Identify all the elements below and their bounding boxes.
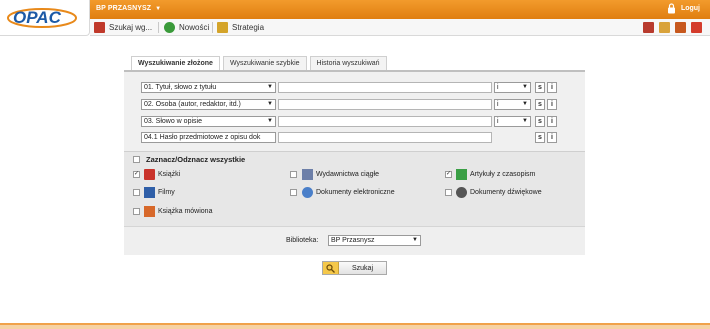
field-select-4[interactable]: 04.1 Hasło przedmiotowe z opisu dok <box>141 132 276 143</box>
toolbar-label: Nowości <box>179 23 210 32</box>
audiobook-checkbox[interactable] <box>133 208 140 215</box>
info-button-1[interactable]: i <box>547 82 557 93</box>
select-value: BP Przasnysz <box>331 237 375 244</box>
field-select-3[interactable]: 03. Słowo w opisie ▼ <box>141 116 276 127</box>
chevron-down-icon: ▼ <box>267 84 273 90</box>
electronic-docs-checkbox[interactable] <box>290 189 297 196</box>
opac-logo[interactable]: OPAC <box>0 0 90 36</box>
s-button-4[interactable]: s <box>535 132 545 143</box>
books-checkbox[interactable]: ✓ <box>133 171 140 178</box>
material-types-panel: Zaznacz/Odznacz wszystkie ✓ Książki Wyda… <box>124 151 585 226</box>
select-all-checkbox[interactable] <box>133 156 140 163</box>
article-icon <box>456 169 467 180</box>
library-title: BP PRZASNYSZ <box>96 5 152 12</box>
periodicals-label: Wydawnictwa ciągłe <box>316 171 379 178</box>
audiobook-label: Książka mówiona <box>158 208 213 215</box>
operator-select-1[interactable]: i ▼ <box>494 82 531 93</box>
s-button-3[interactable]: s <box>535 116 545 127</box>
select-all-label: Zaznacz/Odznacz wszystkie <box>146 155 246 164</box>
audiobook-icon <box>144 206 155 217</box>
chevron-down-icon: ▼ <box>522 118 528 124</box>
select-value: i <box>497 84 499 91</box>
basket-icon[interactable] <box>643 22 654 33</box>
books-icon <box>217 22 228 33</box>
chevron-down-icon: ▼ <box>412 237 418 243</box>
library-label: Biblioteka: <box>286 237 319 244</box>
library-select-panel: Biblioteka: BP Przasnysz ▼ <box>124 226 585 255</box>
search-book-icon <box>94 22 105 33</box>
footer-divider <box>0 321 710 329</box>
info-button-4[interactable]: i <box>547 132 557 143</box>
logo-text: OPAC <box>13 8 62 27</box>
articles-label: Artykuły z czasopism <box>470 171 536 178</box>
toolbar-news[interactable]: Nowości <box>164 22 209 33</box>
toolbar-label: Strategia <box>232 23 265 32</box>
login-label: Loguj <box>680 5 700 12</box>
tab-quick-search[interactable]: Wyszukiwanie szybkie <box>222 56 307 70</box>
newspaper-icon <box>302 169 313 180</box>
magnifier-icon <box>323 262 339 274</box>
select-value: i <box>497 101 499 108</box>
select-value: 03. Słowo w opisie <box>144 118 202 125</box>
search-input-2[interactable] <box>278 99 492 110</box>
toolbar-divider <box>212 22 213 33</box>
search-input-4[interactable] <box>278 132 492 143</box>
book-icon <box>144 169 155 180</box>
select-value: 02. Osoba (autor, redaktor, itd.) <box>144 101 241 108</box>
chevron-down-icon: ▼ <box>267 118 273 124</box>
search-button-label: Szukaj <box>351 264 373 272</box>
chevron-down-icon: ▼ <box>155 6 162 12</box>
audio-docs-label: Dokumenty dźwiękowe <box>470 189 542 196</box>
field-select-2[interactable]: 02. Osoba (autor, redaktor, itd.) ▼ <box>141 99 276 110</box>
electronic-docs-label: Dokumenty elektroniczne <box>316 189 395 196</box>
films-label: Filmy <box>158 189 175 196</box>
films-checkbox[interactable] <box>133 189 140 196</box>
document-icon[interactable] <box>675 22 686 33</box>
refresh-icon <box>164 22 175 33</box>
search-criteria-panel: 01. Tytuł, słowo z tytułu ▼ i ▼ s i 02. Os… <box>124 70 585 151</box>
toolbar-search-by[interactable]: Szukaj wg... <box>94 22 152 33</box>
audio-docs-checkbox[interactable] <box>445 189 452 196</box>
info-button-3[interactable]: i <box>547 116 557 127</box>
select-value: 01. Tytuł, słowo z tytułu <box>144 84 217 91</box>
library-title-dropdown[interactable]: BP PRZASNYSZ ▼ <box>96 5 161 12</box>
search-input-1[interactable] <box>278 82 492 93</box>
edit-icon[interactable] <box>659 22 670 33</box>
opac-logo-icon: OPAC <box>7 8 77 28</box>
library-select[interactable]: BP Przasnysz ▼ <box>328 235 421 246</box>
toolbar-right-icons <box>643 22 702 33</box>
s-button-1[interactable]: s <box>535 82 545 93</box>
chevron-down-icon: ▼ <box>522 101 528 107</box>
login-button[interactable]: Loguj <box>667 3 700 14</box>
lock-icon <box>667 3 675 14</box>
search-button[interactable]: Szukaj <box>322 261 387 275</box>
info-button-2[interactable]: i <box>547 99 557 110</box>
periodicals-checkbox[interactable] <box>290 171 297 178</box>
operator-select-2[interactable]: i ▼ <box>494 99 531 110</box>
search-input-3[interactable] <box>278 116 492 127</box>
tab-search-history[interactable]: Historia wyszukiwań <box>309 56 387 70</box>
select-value: i <box>497 118 499 125</box>
select-value: 04.1 Hasło przedmiotowe z opisu dok <box>144 134 261 141</box>
s-button-2[interactable]: s <box>535 99 545 110</box>
cd-icon <box>302 187 313 198</box>
toolbar-divider <box>158 22 159 33</box>
toolbar-label: Szukaj wg... <box>109 23 153 32</box>
operator-select-3[interactable]: i ▼ <box>494 116 531 127</box>
chevron-down-icon: ▼ <box>267 101 273 107</box>
main-toolbar: Szukaj wg... Nowości Strategia <box>90 19 710 36</box>
top-header-bar: BP PRZASNYSZ ▼ Loguj <box>0 0 710 19</box>
articles-checkbox[interactable]: ✓ <box>445 171 452 178</box>
close-icon[interactable] <box>691 22 702 33</box>
books-label: Książki <box>158 171 181 178</box>
film-icon <box>144 187 155 198</box>
tab-advanced-search[interactable]: Wyszukiwanie złożone <box>131 56 220 71</box>
speaker-icon <box>456 187 467 198</box>
chevron-down-icon: ▼ <box>522 84 528 90</box>
search-tabs: Wyszukiwanie złożone Wyszukiwanie szybki… <box>131 56 387 71</box>
toolbar-strategy[interactable]: Strategia <box>217 22 264 33</box>
field-select-1[interactable]: 01. Tytuł, słowo z tytułu ▼ <box>141 82 276 93</box>
